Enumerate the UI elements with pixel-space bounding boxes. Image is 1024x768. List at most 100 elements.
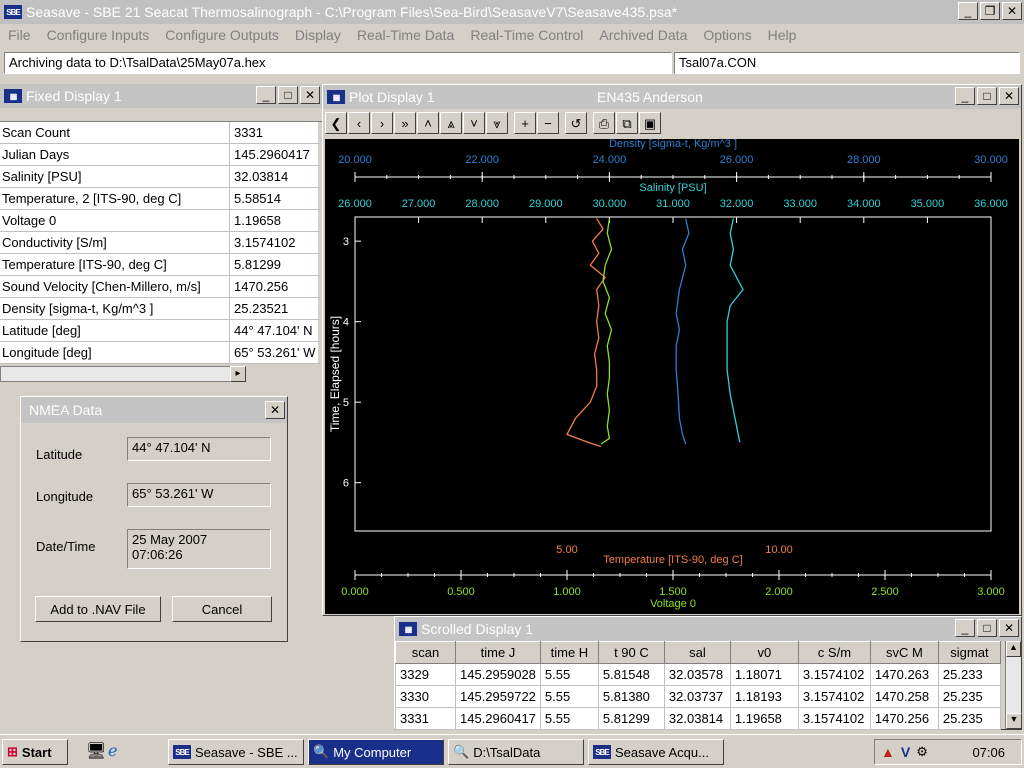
menu-help[interactable]: Help [760, 27, 805, 43]
reset-icon[interactable]: ↺ [565, 112, 587, 134]
top-icon[interactable]: ⩓ [440, 112, 462, 134]
tick-label: 22.000 [465, 154, 499, 166]
scrolled-vscrollbar[interactable]: ▲ ▼ [1005, 641, 1022, 729]
column-header[interactable]: time H [539, 641, 599, 664]
scrolled-close-button[interactable]: ✕ [999, 619, 1019, 637]
restore-button[interactable]: ❐ [980, 2, 1000, 20]
minimize-button[interactable]: _ [958, 2, 978, 20]
table-cell: 1470.256 [869, 707, 939, 730]
scroll-up-icon[interactable]: ▲ [1006, 641, 1021, 657]
tick-label: 1.000 [553, 586, 581, 598]
internet-explorer-icon[interactable]: ℯ [108, 741, 117, 761]
axis-title: Voltage 0 [650, 598, 696, 610]
fixed-minimize-button[interactable]: _ [256, 86, 276, 104]
start-button[interactable]: ⊞ Start [2, 739, 68, 765]
y-axis-title: Time, Elapsed [hours] [328, 316, 342, 432]
tick-label: 26.000 [720, 154, 754, 166]
table-cell: 3.1574102 [797, 707, 871, 730]
first-icon[interactable]: ❮ [325, 112, 347, 134]
fixed-maximize-button[interactable]: □ [278, 86, 298, 104]
y-tick-label: 4 [343, 317, 349, 329]
menu-real-time-control[interactable]: Real-Time Control [462, 27, 591, 43]
tray-antivirus-icon[interactable]: V [901, 744, 910, 760]
column-header[interactable]: v0 [729, 641, 799, 664]
column-header[interactable]: t 90 C [597, 641, 665, 664]
zoom-in-icon[interactable]: + [514, 112, 536, 134]
print-icon[interactable]: ⎙ [593, 112, 615, 134]
column-header[interactable]: c S/m [797, 641, 871, 664]
table-cell: 1.18071 [729, 663, 799, 686]
fixed-display-value: 32.03814 [230, 166, 318, 187]
menu-display[interactable]: Display [287, 27, 349, 43]
close-button[interactable]: ✕ [1002, 2, 1022, 20]
table-cell: 3331 [395, 707, 456, 730]
fixed-display-row: Salinity [PSU] 32.03814 [0, 166, 320, 188]
cancel-button[interactable]: Cancel [172, 596, 272, 622]
windows-logo-icon: ⊞ [7, 744, 18, 759]
prev-icon[interactable]: ‹ [348, 112, 370, 134]
scrolled-title-bar[interactable]: ▦ Scrolled Display 1 _ □ ✕ [395, 617, 1021, 641]
copy-icon[interactable]: ⧉ [616, 112, 638, 134]
menu-file[interactable]: File [0, 27, 39, 43]
tick-label: 36.000 [974, 198, 1008, 210]
scrolled-display-window: ▦ Scrolled Display 1 _ □ ✕ scan time Jtim… [394, 616, 1022, 730]
up-icon[interactable]: ˄ [417, 112, 439, 134]
window-icon: ▦ [327, 90, 345, 104]
plot-title-bar[interactable]: ▦ Plot Display 1 EN435 Anderson _ □ ✕ [323, 85, 1021, 109]
plot-toolbar: ❮ ‹ › » ˄ ⩓ ˅ ⩔ + − ↺ ⎙ ⧉ ▣ [325, 112, 661, 134]
zoom-out-icon[interactable]: − [537, 112, 559, 134]
tray-alert-icon[interactable]: ▲ [881, 744, 895, 760]
menu-configure-inputs[interactable]: Configure Inputs [39, 27, 158, 43]
show-desktop-icon[interactable]: 🖥 [86, 741, 106, 761]
plot-maximize-button[interactable]: □ [977, 87, 997, 105]
menu-configure-outputs[interactable]: Configure Outputs [157, 27, 287, 43]
column-header[interactable]: time J [455, 641, 541, 664]
fixed-display-value: 1.19658 [230, 210, 318, 231]
table-cell: 3.1574102 [797, 685, 871, 708]
scroll-right-icon[interactable]: ▸ [230, 366, 246, 382]
taskbar-seasave-button[interactable]: SBE Seasave - SBE ... [168, 739, 304, 765]
taskbar-tsaldata-button[interactable]: 🔍 D:\TsalData [448, 739, 584, 765]
tray-network-icon[interactable]: ⚙ [916, 744, 928, 760]
fixed-display-title: Fixed Display 1 [26, 88, 122, 104]
nmea-title-bar[interactable]: NMEA Data ✕ [21, 397, 287, 423]
fixed-display-hscrollbar[interactable] [0, 366, 246, 382]
plot-minimize-button[interactable]: _ [955, 87, 975, 105]
save-icon[interactable]: ▣ [639, 112, 661, 134]
tick-label: 30.000 [593, 198, 627, 210]
taskbar-seasave-acqu-button[interactable]: SBE Seasave Acqu... [588, 739, 724, 765]
nmea-close-button[interactable]: ✕ [265, 401, 285, 419]
tick-label: 28.000 [465, 198, 499, 210]
scrolled-minimize-button[interactable]: _ [955, 619, 975, 637]
scroll-down-icon[interactable]: ▼ [1006, 713, 1022, 729]
scrolled-maximize-button[interactable]: □ [977, 619, 997, 637]
tick-label: 3.000 [977, 586, 1005, 598]
column-header[interactable]: sigmat [937, 641, 1001, 664]
menu-real-time-data[interactable]: Real-Time Data [349, 27, 463, 43]
add-to-nav-file-button[interactable]: Add to .NAV File [35, 596, 161, 622]
fixed-display-value: 44° 47.104' N [230, 320, 318, 341]
plot-close-button[interactable]: ✕ [999, 87, 1019, 105]
column-header[interactable]: scan [395, 641, 456, 664]
fixed-close-button[interactable]: ✕ [300, 86, 320, 104]
column-header[interactable]: sal [663, 641, 731, 664]
fixed-display-label: Temperature [ITS-90, deg C] [0, 254, 230, 275]
system-tray: ▲ V ⚙ 07:06 [874, 739, 1022, 765]
fixed-display-title-bar[interactable]: ▦ Fixed Display 1 _ □ ✕ [0, 84, 322, 108]
table-cell: 25.235 [937, 685, 1001, 708]
fixed-display-label: Salinity [PSU] [0, 166, 230, 187]
next-icon[interactable]: › [371, 112, 393, 134]
plot-canvas[interactable]: Density [sigma-t, Kg/m^3 ] 20.000 22.000 24… [325, 139, 1019, 614]
down-icon[interactable]: ˅ [463, 112, 485, 134]
table-cell: 5.81548 [597, 663, 665, 686]
y-tick-label: 5 [343, 397, 349, 409]
menu-options[interactable]: Options [695, 27, 759, 43]
menu-archived-data[interactable]: Archived Data [591, 27, 695, 43]
taskbar-my-computer-button[interactable]: 🔍 My Computer [308, 739, 444, 765]
bottom-icon[interactable]: ⩔ [486, 112, 508, 134]
main-title-bar[interactable]: SBE Seasave - SBE 21 Seacat Thermosalino… [0, 0, 1024, 24]
seasave-app-icon: SBE [173, 745, 191, 759]
last-icon[interactable]: » [394, 112, 416, 134]
menu-bar: File Configure Inputs Configure Outputs … [0, 24, 1024, 46]
column-header[interactable]: svC M [869, 641, 939, 664]
